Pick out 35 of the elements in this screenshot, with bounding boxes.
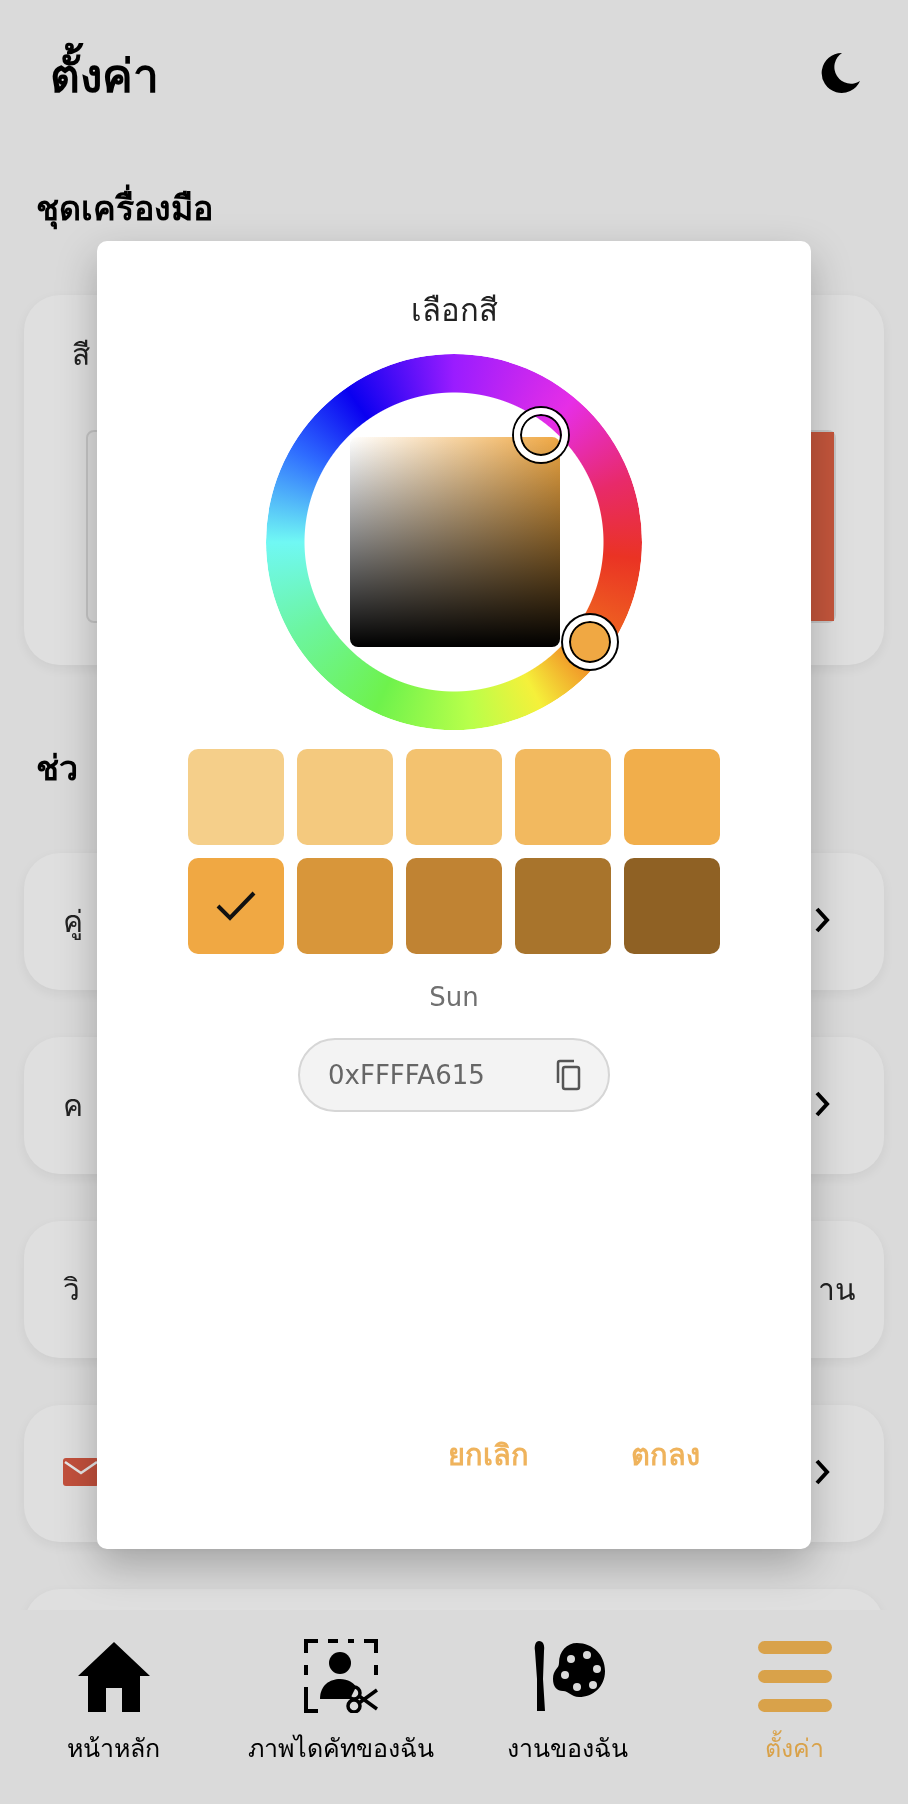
section-heading: ช่ว bbox=[36, 747, 79, 790]
row-label: วิ bbox=[63, 1272, 80, 1307]
chevron-icon bbox=[814, 1089, 830, 1118]
row-label: คู่ bbox=[63, 904, 83, 939]
color-swatch[interactable] bbox=[188, 749, 284, 845]
copy-icon[interactable] bbox=[554, 1059, 582, 1091]
row-value: าน bbox=[818, 1272, 856, 1307]
color-swatch[interactable] bbox=[515, 749, 611, 845]
chevron-icon bbox=[814, 905, 830, 934]
section-heading: ชุดเครื่องมือ bbox=[36, 183, 908, 233]
row-label: ค bbox=[63, 1088, 83, 1123]
color-swatch[interactable] bbox=[406, 858, 502, 954]
shade-square[interactable] bbox=[350, 437, 560, 647]
shade-handle[interactable] bbox=[563, 615, 617, 669]
nav-tab[interactable]: ภาพไดคัทของฉัน bbox=[227, 1638, 454, 1768]
color-swatch[interactable] bbox=[297, 858, 393, 954]
chevron-icon bbox=[814, 1457, 830, 1486]
setting-label: สี bbox=[72, 336, 90, 374]
checkmark-icon bbox=[215, 890, 257, 922]
color-swatch[interactable] bbox=[406, 749, 502, 845]
nav-tab[interactable]: งานของฉัน bbox=[454, 1638, 681, 1768]
mail-icon bbox=[63, 1457, 99, 1486]
nav-tab[interactable]: หน้าหลัก bbox=[0, 1638, 227, 1768]
color-swatch[interactable] bbox=[188, 858, 284, 954]
color-name: Sun bbox=[429, 981, 479, 1014]
color-swatch[interactable] bbox=[624, 749, 720, 845]
menu-icon bbox=[757, 1639, 832, 1713]
color-swatch[interactable] bbox=[515, 858, 611, 954]
hex-field[interactable]: 0xFFFFA615 bbox=[298, 1038, 610, 1112]
color-swatch[interactable] bbox=[624, 858, 720, 954]
hue-handle[interactable] bbox=[514, 408, 568, 462]
color-swatch[interactable] bbox=[297, 749, 393, 845]
page-title: ตั้งค่า bbox=[50, 38, 159, 112]
dialog-title: เลือกสี bbox=[410, 291, 498, 330]
person-cutout-icon bbox=[303, 1639, 378, 1713]
